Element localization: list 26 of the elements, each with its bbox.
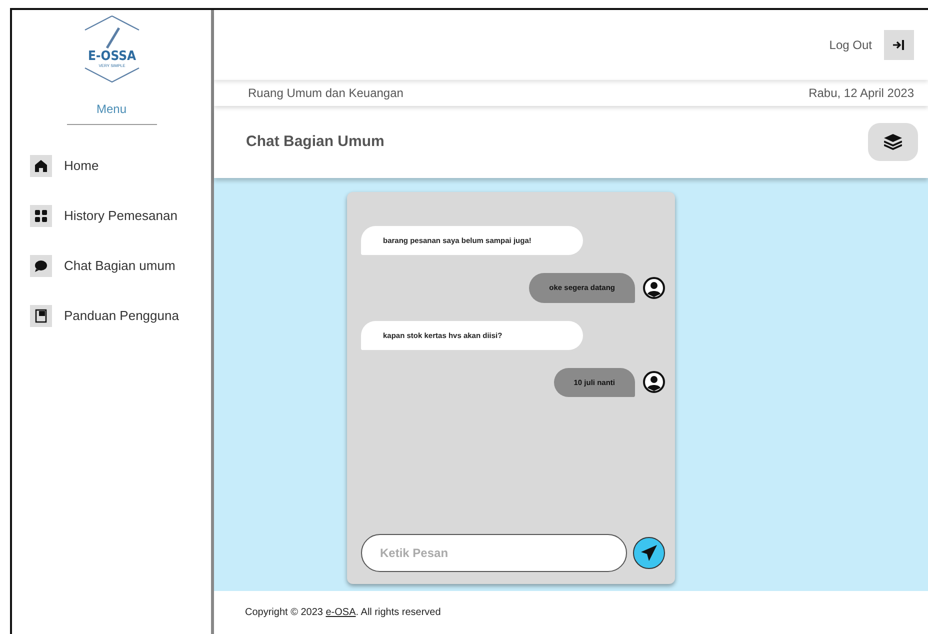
home-icon — [34, 159, 48, 173]
layers-icon — [884, 134, 902, 150]
date-label: Rabu, 12 April 2023 — [808, 85, 914, 102]
avatar-icon — [643, 371, 665, 394]
logout-icon — [892, 39, 906, 51]
send-icon — [640, 544, 658, 562]
page-title: Chat Bagian Umum — [246, 132, 384, 152]
logo-drawing — [84, 15, 140, 83]
sidebar-item[interactable]: History Pemesanan — [12, 191, 211, 241]
sidebar-item[interactable]: Home — [12, 141, 211, 191]
book-icon — [34, 309, 48, 323]
message-input[interactable]: Ketik Pesan — [361, 534, 627, 572]
copyright-text: Copyright © 2023 e-OSA. All rights reserved — [245, 606, 441, 620]
chat-icon — [34, 259, 48, 273]
department-label: Ruang Umum dan Keuangan — [248, 85, 404, 102]
menu-heading: Menu — [66, 100, 156, 125]
avatar-icon — [643, 276, 665, 299]
logout-label: Log Out — [829, 37, 872, 54]
sidebar-item[interactable]: Panduan Pengguna — [12, 291, 211, 341]
layers-button[interactable] — [868, 123, 918, 161]
site-link[interactable]: e-OSA — [326, 607, 356, 618]
logo-name: E-OSSA — [87, 49, 136, 64]
sidebar-item[interactable]: Chat Bagian umum — [12, 241, 211, 291]
logout-button[interactable] — [884, 30, 914, 60]
send-button[interactable] — [633, 537, 665, 569]
grid-icon — [34, 209, 48, 223]
